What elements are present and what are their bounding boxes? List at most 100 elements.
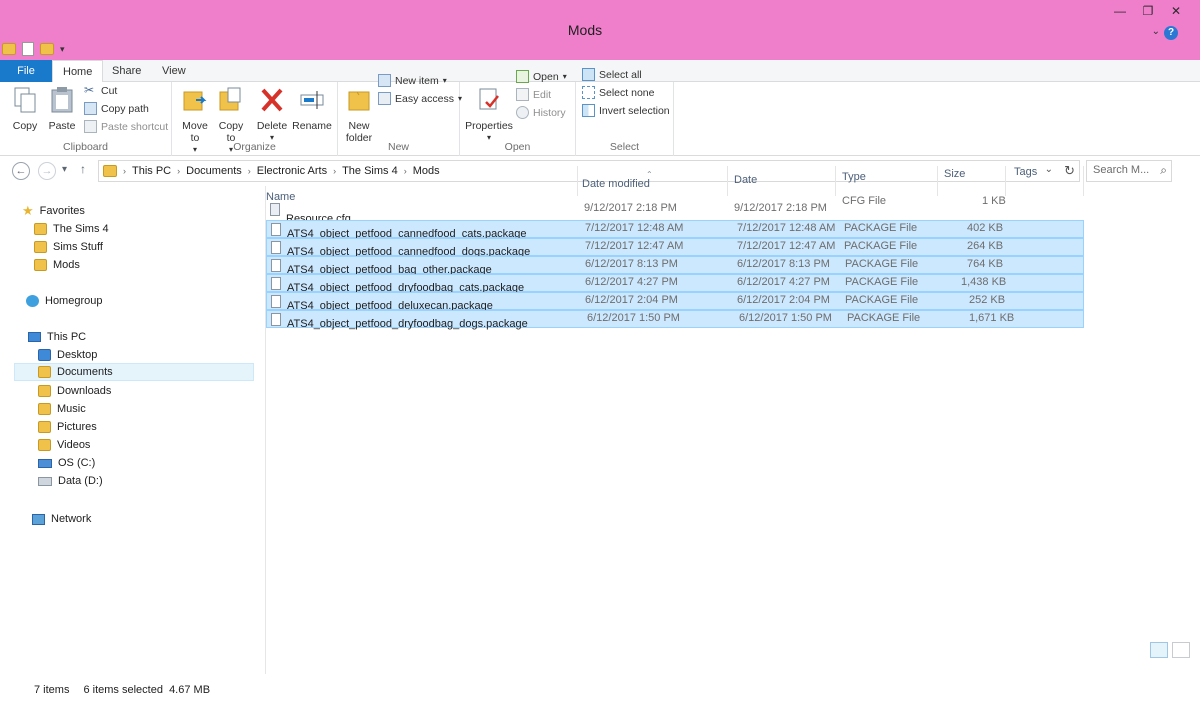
column-size-label: Size — [944, 168, 966, 180]
move-to-icon — [183, 91, 207, 111]
nav-item-os-c[interactable]: OS (C:) — [38, 454, 95, 472]
close-button[interactable]: ✕ — [1162, 2, 1190, 20]
nav-item-desktop[interactable]: Desktop — [38, 346, 97, 364]
breadcrumb-chevron-icon[interactable]: › — [248, 166, 251, 176]
file-row[interactable]: ATS4_object_petfood_dryfoodbag_cats.pack… — [266, 274, 1084, 294]
file-date: 6/12/2017 4:27 PM — [737, 276, 830, 288]
recent-locations-chevron-icon[interactable]: ▾ — [62, 164, 67, 175]
select-none-label: Select none — [599, 86, 655, 99]
file-row[interactable]: ATS4_object_petfood_dryfoodbag_dogs.pack… — [266, 310, 1084, 330]
tab-view[interactable]: View — [152, 60, 196, 82]
item-count: 7 items — [34, 684, 70, 696]
quick-access-icons: ▾ — [2, 42, 65, 56]
file-row[interactable]: Resource.cfg 9/12/2017 2:18 PM 9/12/2017… — [266, 195, 1084, 225]
forward-button[interactable]: → — [38, 162, 56, 180]
nav-item-label: Desktop — [57, 349, 98, 361]
new-folder-icon[interactable] — [40, 43, 54, 55]
search-input[interactable]: Search M... ⌕ — [1086, 160, 1172, 182]
breadcrumb-this-pc[interactable]: This PC — [132, 165, 171, 177]
easy-access-button[interactable]: Easy access ▾ — [378, 92, 462, 105]
breadcrumb-documents[interactable]: Documents — [186, 165, 242, 177]
file-date: 6/12/2017 2:04 PM — [737, 294, 830, 306]
nav-favorites[interactable]: ★ Favorites — [22, 202, 85, 220]
column-header-tags[interactable]: Tags — [1008, 166, 1084, 196]
column-header-name[interactable]: Name — [266, 166, 578, 203]
new-folder-button[interactable]: New folder — [342, 86, 376, 144]
collapse-ribbon-icon[interactable]: ⌄ — [1152, 26, 1160, 37]
copy-path-icon — [84, 102, 97, 115]
tab-share[interactable]: Share — [102, 60, 151, 82]
help-button[interactable]: ? — [1164, 26, 1178, 40]
details-view-button[interactable] — [1150, 642, 1168, 658]
nav-homegroup[interactable]: Homegroup — [26, 292, 102, 310]
search-icon[interactable]: ⌕ — [1160, 163, 1167, 178]
column-divider[interactable] — [727, 166, 728, 196]
status-bar: 7 items 6 items selected 4.67 MB — [34, 684, 210, 696]
open-button[interactable]: Open ▾ — [516, 70, 567, 83]
breadcrumb-chevron-icon[interactable]: › — [123, 166, 126, 176]
nav-item-videos[interactable]: Videos — [38, 436, 90, 454]
folder-icon — [34, 241, 47, 253]
nav-item-mods[interactable]: Mods — [34, 256, 80, 274]
select-all-icon — [582, 68, 595, 81]
file-row[interactable]: ATS4_object_petfood_cannedfood_dogs.pack… — [266, 238, 1084, 258]
copy-path-button[interactable]: Copy path — [84, 102, 149, 115]
new-item-button[interactable]: New item ▾ — [378, 74, 447, 87]
new-item-chevron-icon: ▾ — [442, 76, 447, 85]
customize-qat-chevron-icon[interactable]: ▾ — [60, 44, 65, 55]
file-date-modified: 6/12/2017 1:50 PM — [587, 312, 680, 324]
file-row[interactable]: ATS4_object_petfood_deluxecan.package 6/… — [266, 292, 1084, 312]
delete-button[interactable]: Delete ▾ — [254, 86, 290, 144]
config-file-icon — [270, 203, 280, 216]
column-divider[interactable] — [1005, 166, 1006, 196]
open-chevron-icon: ▾ — [562, 72, 567, 81]
paste-icon — [51, 87, 73, 113]
invert-selection-button[interactable]: Invert selection — [582, 104, 670, 117]
column-header-date-modified[interactable]: Date modified ⌃ — [578, 166, 728, 196]
minimize-button[interactable]: — — [1106, 2, 1134, 20]
column-date-label: Date — [734, 174, 758, 186]
cut-button[interactable]: ✂ Cut — [84, 84, 117, 97]
nav-network[interactable]: Network — [32, 510, 91, 528]
folder-icon[interactable] — [2, 43, 16, 55]
column-divider[interactable] — [835, 166, 836, 196]
rename-button[interactable]: Rename — [292, 86, 332, 132]
breadcrumb-chevron-icon[interactable]: › — [177, 166, 180, 176]
paste-shortcut-button[interactable]: Paste shortcut — [84, 120, 168, 133]
column-date-modified-label: Date modified — [582, 178, 650, 190]
nav-item-documents[interactable]: Documents — [14, 363, 254, 381]
column-header-date[interactable]: Date — [730, 166, 836, 196]
file-row[interactable]: ATS4_object_petfood_cannedfood_cats.pack… — [266, 220, 1084, 240]
column-divider[interactable] — [1083, 166, 1084, 196]
nav-this-pc[interactable]: This PC — [28, 328, 86, 346]
history-button[interactable]: History — [516, 106, 566, 119]
restore-button[interactable]: ❐ — [1134, 2, 1162, 20]
nav-item-the-sims-4[interactable]: The Sims 4 — [34, 220, 109, 238]
edit-button[interactable]: Edit — [516, 88, 551, 101]
file-type: PACKAGE File — [844, 222, 918, 234]
nav-item-sims-stuff[interactable]: Sims Stuff — [34, 238, 103, 256]
open-group: Properties ▾ Open ▾ Edit History Open — [460, 70, 576, 156]
up-button[interactable]: ↑ — [80, 162, 86, 176]
file-type: PACKAGE File — [845, 294, 919, 306]
nav-item-downloads[interactable]: Downloads — [38, 382, 111, 400]
tab-file[interactable]: File — [0, 60, 52, 82]
properties-icon[interactable] — [22, 42, 34, 56]
back-button[interactable]: ← — [12, 162, 30, 180]
paste-button[interactable]: Paste — [44, 86, 80, 132]
select-none-button[interactable]: Select none — [582, 86, 654, 99]
nav-item-pictures[interactable]: Pictures — [38, 418, 97, 436]
column-divider[interactable] — [937, 166, 938, 196]
properties-button[interactable]: Properties ▾ — [464, 86, 514, 144]
column-header-type[interactable]: Type — [838, 166, 938, 196]
nav-item-music[interactable]: Music — [38, 400, 86, 418]
tab-home[interactable]: Home — [52, 60, 104, 83]
nav-item-data-d[interactable]: Data (D:) — [38, 472, 103, 490]
open-group-label: Open — [504, 141, 531, 153]
copy-button[interactable]: Copy — [8, 86, 42, 132]
large-icons-view-button[interactable] — [1172, 642, 1190, 658]
column-header-size[interactable]: Size — [940, 166, 1006, 196]
window-controls: — ❐ ✕ — [1106, 2, 1190, 20]
select-all-button[interactable]: Select all — [582, 68, 642, 81]
file-row[interactable]: ATS4_object_petfood_bag_other.package 6/… — [266, 256, 1084, 276]
